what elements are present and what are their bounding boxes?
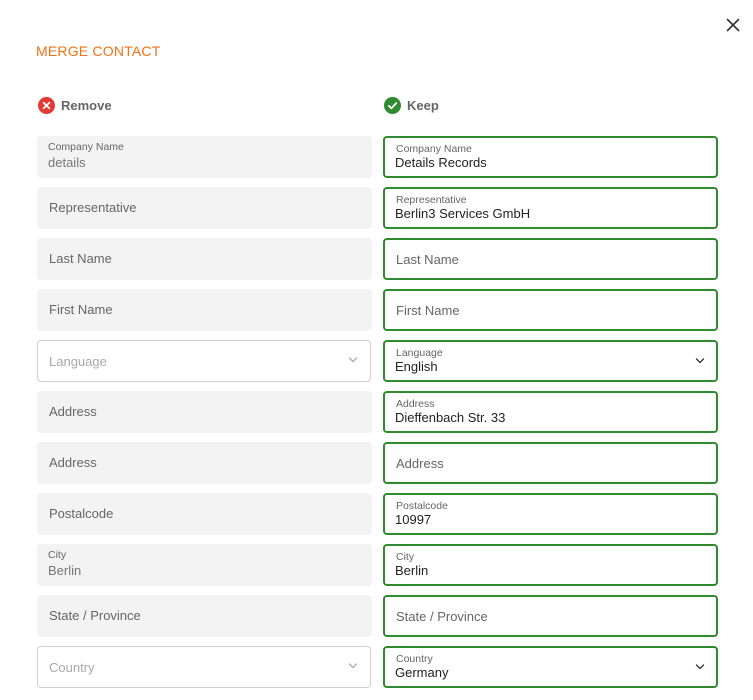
- field-label: Country: [396, 653, 433, 665]
- field-placeholder: First Name: [396, 303, 460, 318]
- field-placeholder: Address: [396, 456, 444, 471]
- close-button[interactable]: [722, 14, 744, 36]
- keep-address-2-field[interactable]: Address: [383, 442, 718, 484]
- remove-country-select: Country: [37, 646, 371, 688]
- keep-last-name-field[interactable]: Last Name: [383, 238, 718, 280]
- field-placeholder: State / Province: [396, 609, 488, 624]
- merge-row-company-name: Company Name details Company Name Details R…: [0, 136, 753, 187]
- chevron-down-icon: [695, 358, 705, 364]
- merge-row-language: Language Language English: [0, 340, 753, 391]
- field-label: Company Name: [396, 143, 472, 155]
- field-placeholder: Address: [49, 455, 97, 470]
- field-label: Postalcode: [396, 500, 448, 512]
- chevron-down-icon: [348, 663, 358, 669]
- remove-postalcode-field: Postalcode: [37, 493, 372, 535]
- remove-representative-field: Representative: [37, 187, 372, 229]
- remove-address-1-field: Address: [37, 391, 372, 433]
- remove-address-2-field: Address: [37, 442, 372, 484]
- keep-check-circle-icon: [384, 97, 401, 114]
- keep-postalcode-field[interactable]: Postalcode 10997: [383, 493, 718, 535]
- field-placeholder: Country: [49, 660, 95, 675]
- merge-row-last-name: Last Name Last Name: [0, 238, 753, 289]
- field-placeholder: Last Name: [396, 252, 459, 267]
- field-label: City: [396, 551, 415, 563]
- field-label: Representative: [396, 194, 467, 206]
- keep-language-select[interactable]: Language English: [383, 340, 718, 382]
- field-label: Address: [396, 398, 435, 410]
- field-value: Berlin: [395, 563, 429, 578]
- field-label: Company Name: [48, 141, 124, 153]
- keep-column-header: Keep: [384, 97, 439, 114]
- keep-first-name-field[interactable]: First Name: [383, 289, 718, 331]
- field-placeholder: Last Name: [49, 251, 112, 266]
- dialog-title: MERGE CONTACT: [36, 43, 161, 59]
- field-value: 10997: [395, 512, 432, 527]
- field-value: English: [395, 359, 438, 374]
- keep-label: Keep: [407, 98, 439, 113]
- remove-city-field: City Berlin: [37, 544, 372, 586]
- field-value: Details Records: [395, 155, 487, 170]
- merge-row-first-name: First Name First Name: [0, 289, 753, 340]
- field-value: Dieffenbach Str. 33: [395, 410, 506, 425]
- field-placeholder: First Name: [49, 302, 113, 317]
- keep-country-select[interactable]: Country Germany: [383, 646, 718, 688]
- close-icon: [726, 18, 740, 32]
- remove-state-field: State / Province: [37, 595, 372, 637]
- field-placeholder: Representative: [49, 200, 137, 215]
- remove-first-name-field: First Name: [37, 289, 372, 331]
- merge-row-address-2: Address Address: [0, 442, 753, 493]
- keep-city-field[interactable]: City Berlin: [383, 544, 718, 586]
- merge-field-rows: Company Name details Company Name Details R…: [0, 136, 753, 697]
- chevron-down-icon: [348, 357, 358, 363]
- field-label: Language: [396, 347, 443, 359]
- field-placeholder: Postalcode: [49, 506, 114, 521]
- merge-row-state: State / Province State / Province: [0, 595, 753, 646]
- field-value: details: [48, 155, 86, 170]
- keep-company-name-field[interactable]: Company Name Details Records: [383, 136, 718, 178]
- field-placeholder: State / Province: [49, 608, 141, 623]
- chevron-down-icon: [695, 664, 705, 670]
- merge-row-city: City Berlin City Berlin: [0, 544, 753, 595]
- keep-representative-field[interactable]: Representative Berlin3 Services GmbH: [383, 187, 718, 229]
- field-value: Germany: [395, 665, 449, 680]
- field-value: Berlin: [48, 563, 82, 578]
- merge-row-postalcode: Postalcode Postalcode 10997: [0, 493, 753, 544]
- field-value: Berlin3 Services GmbH: [395, 206, 531, 221]
- field-placeholder: Language: [49, 354, 107, 369]
- remove-language-select: Language: [37, 340, 371, 382]
- remove-column-header: Remove: [38, 97, 112, 114]
- merge-row-address-1: Address Address Dieffenbach Str. 33: [0, 391, 753, 442]
- keep-address-1-field[interactable]: Address Dieffenbach Str. 33: [383, 391, 718, 433]
- merge-row-representative: Representative Representative Berlin3 Serv…: [0, 187, 753, 238]
- field-label: City: [48, 549, 67, 561]
- field-placeholder: Address: [49, 404, 97, 419]
- remove-label: Remove: [61, 98, 112, 113]
- remove-company-name-field: Company Name details: [37, 136, 372, 178]
- keep-state-field[interactable]: State / Province: [383, 595, 718, 637]
- merge-row-country: Country Country Germany: [0, 646, 753, 697]
- remove-x-circle-icon: [38, 97, 55, 114]
- remove-last-name-field: Last Name: [37, 238, 372, 280]
